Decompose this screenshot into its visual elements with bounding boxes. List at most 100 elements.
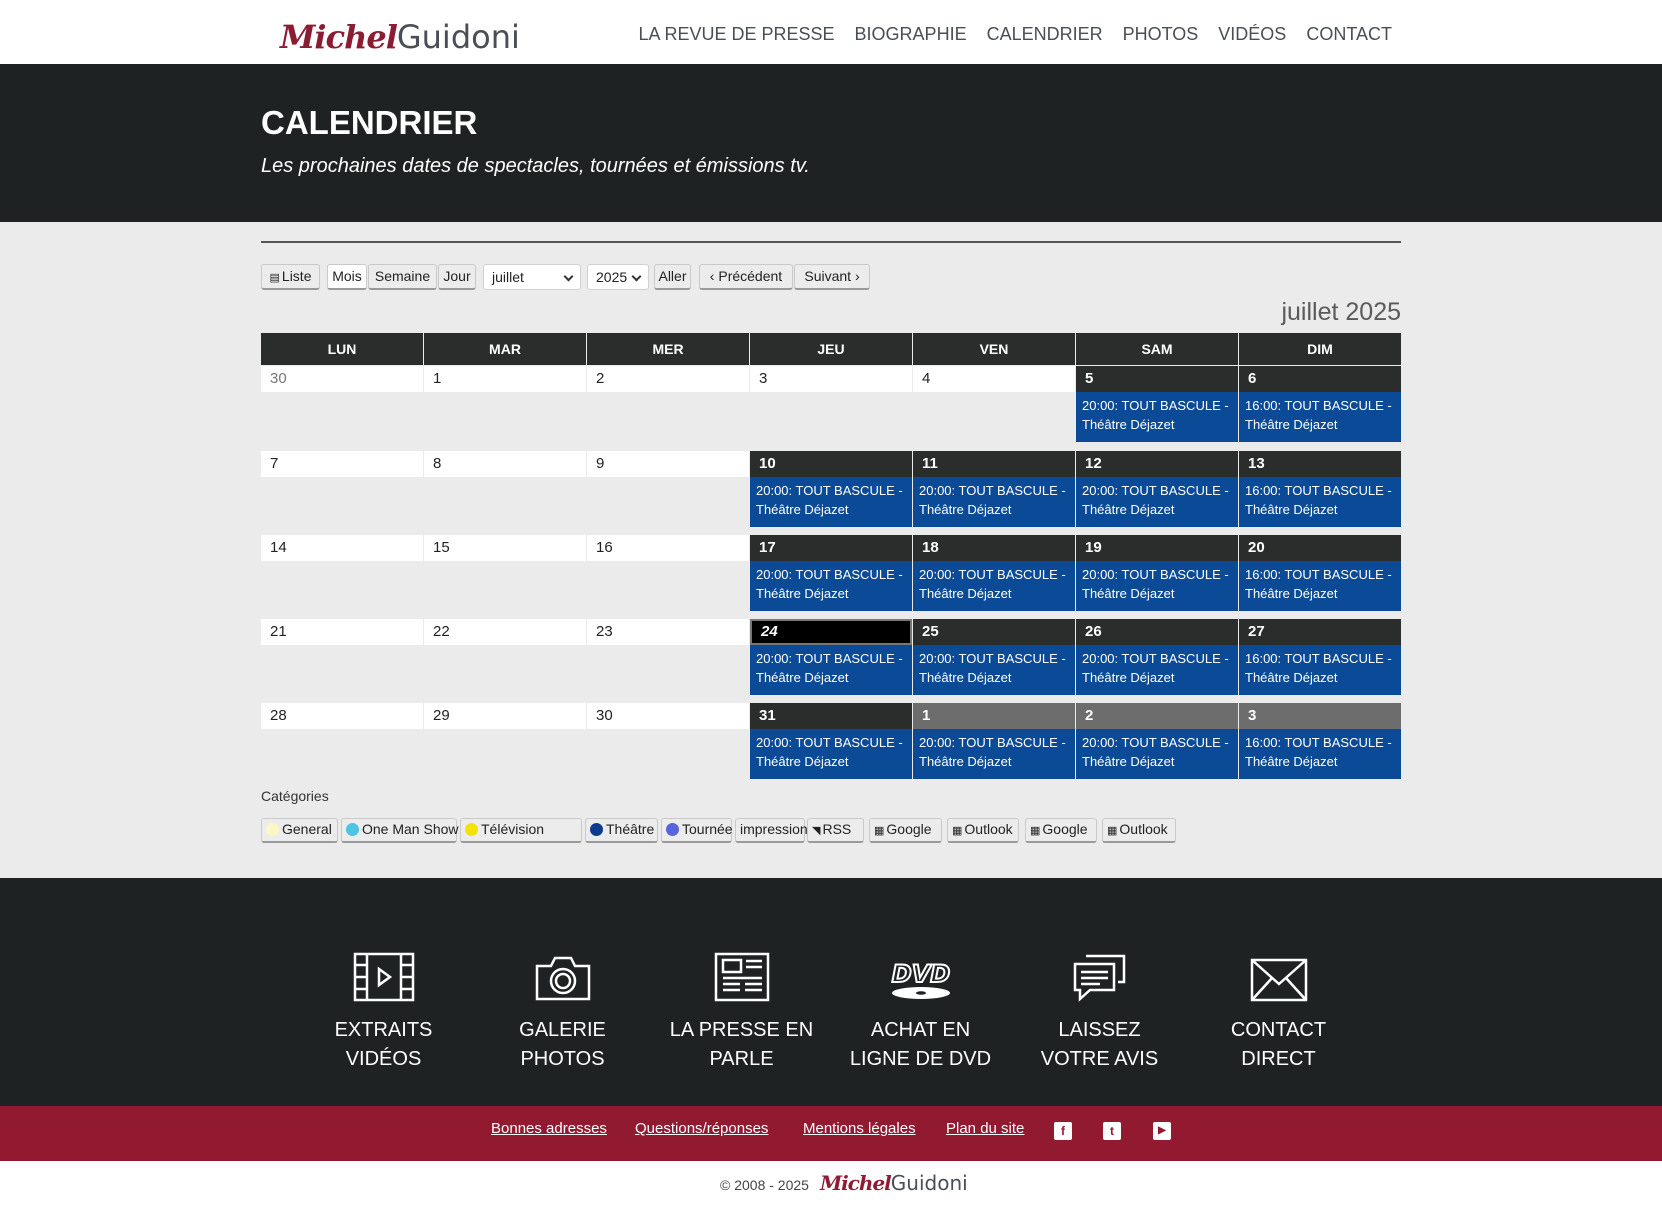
calendar-event[interactable]: 20:00: TOUT BASCULE - Théâtre Déjazet — [913, 729, 1075, 779]
calendar-day[interactable]: 8 — [424, 451, 586, 477]
link-bonnes-adresses[interactable]: Bonnes adresses — [491, 1120, 607, 1137]
facebook-icon[interactable]: f — [1054, 1122, 1072, 1140]
calendar-day[interactable]: 16 — [587, 535, 749, 561]
calendar-day[interactable]: 23 — [587, 619, 749, 645]
calendar-day[interactable]: 31 20:00: TOUT BASCULE - Théâtre Déjazet — [750, 703, 912, 779]
month-select[interactable]: juillet — [483, 264, 581, 290]
nav-contact[interactable]: CONTACT — [1306, 20, 1392, 48]
calendar-day[interactable]: 2 20:00: TOUT BASCULE - Théâtre Déjazet — [1076, 703, 1238, 779]
page-title: CALENDRIER — [261, 104, 478, 141]
footer-link-videos[interactable]: EXTRAITS VIDÉOS — [294, 940, 473, 1074]
link-plan-du-site[interactable]: Plan du site — [946, 1120, 1024, 1137]
nav-photos[interactable]: PHOTOS — [1123, 20, 1199, 48]
calendar-day[interactable]: 22 — [424, 619, 586, 645]
category-chip[interactable]: ▦ Outlook — [1102, 818, 1176, 843]
twitter-icon[interactable]: t — [1103, 1122, 1121, 1140]
calendar-day[interactable]: 30 — [261, 366, 423, 392]
calendar-event[interactable]: 20:00: TOUT BASCULE - Théâtre Déjazet — [913, 477, 1075, 527]
calendar-event[interactable]: 16:00: TOUT BASCULE - Théâtre Déjazet — [1239, 729, 1401, 779]
calendar-day[interactable]: 26 20:00: TOUT BASCULE - Théâtre Déjazet — [1076, 619, 1238, 695]
category-chip[interactable]: General — [261, 818, 338, 843]
calendar-day[interactable]: 29 — [424, 703, 586, 729]
go-button[interactable]: Aller — [654, 264, 691, 290]
calendar-day[interactable]: 27 16:00: TOUT BASCULE - Théâtre Déjazet — [1239, 619, 1401, 695]
calendar-day[interactable]: 18 20:00: TOUT BASCULE - Théâtre Déjazet — [913, 535, 1075, 611]
calendar-day[interactable]: 7 — [261, 451, 423, 477]
previous-button[interactable]: ‹ Précédent — [699, 264, 793, 290]
calendar-event[interactable]: 20:00: TOUT BASCULE - Théâtre Déjazet — [913, 561, 1075, 611]
calendar-day[interactable]: 20 16:00: TOUT BASCULE - Théâtre Déjazet — [1239, 535, 1401, 611]
calendar-day[interactable]: 10 20:00: TOUT BASCULE - Théâtre Déjazet — [750, 451, 912, 527]
calendar-event[interactable]: 16:00: TOUT BASCULE - Théâtre Déjazet — [1239, 645, 1401, 695]
calendar-event[interactable]: 20:00: TOUT BASCULE - Théâtre Déjazet — [750, 645, 912, 695]
link-questions-reponses[interactable]: Questions/réponses — [635, 1120, 768, 1137]
calendar-event[interactable]: 20:00: TOUT BASCULE - Théâtre Déjazet — [750, 729, 912, 779]
calendar-day[interactable]: 28 — [261, 703, 423, 729]
calendar-day[interactable]: 11 20:00: TOUT BASCULE - Théâtre Déjazet — [913, 451, 1075, 527]
calendar-day[interactable]: 21 — [261, 619, 423, 645]
nav-biographie[interactable]: BIOGRAPHIE — [855, 20, 967, 48]
category-chip[interactable]: impression — [735, 818, 808, 843]
category-chip[interactable]: ▦ Google — [1025, 818, 1097, 843]
calendar-day[interactable]: 3 — [750, 366, 912, 392]
calendar-day[interactable]: 6 16:00: TOUT BASCULE - Théâtre Déjazet — [1239, 366, 1401, 442]
calendar-event[interactable]: 16:00: TOUT BASCULE - Théâtre Déjazet — [1239, 392, 1401, 442]
calendar-day[interactable]: 3 16:00: TOUT BASCULE - Théâtre Déjazet — [1239, 703, 1401, 779]
footer-link-label: LAISSEZ — [1058, 1019, 1141, 1041]
calendar-day[interactable]: 2 — [587, 366, 749, 392]
calendar-day[interactable]: 9 — [587, 451, 749, 477]
calendar-event[interactable]: 20:00: TOUT BASCULE - Théâtre Déjazet — [750, 477, 912, 527]
calendar-event[interactable]: 20:00: TOUT BASCULE - Théâtre Déjazet — [1076, 729, 1238, 779]
view-month-button[interactable]: Mois — [327, 264, 367, 290]
link-mentions-legales[interactable]: Mentions légales — [803, 1120, 916, 1137]
calendar-event[interactable]: 20:00: TOUT BASCULE - Théâtre Déjazet — [750, 561, 912, 611]
calendar-event[interactable]: 16:00: TOUT BASCULE - Théâtre Déjazet — [1239, 477, 1401, 527]
calendar-event[interactable]: 16:00: TOUT BASCULE - Théâtre Déjazet — [1239, 561, 1401, 611]
youtube-icon[interactable]: ▶ — [1153, 1122, 1171, 1140]
calendar-day[interactable]: 1 — [424, 366, 586, 392]
view-day-button[interactable]: Jour — [438, 264, 476, 290]
calendar-day[interactable]: 4 — [913, 366, 1075, 392]
calendar-day[interactable]: 25 20:00: TOUT BASCULE - Théâtre Déjazet — [913, 619, 1075, 695]
category-chip[interactable]: ▦ Google — [869, 818, 942, 843]
footer-link-press[interactable]: LA PRESSE EN PARLE — [652, 940, 831, 1074]
calendar-day[interactable]: 17 20:00: TOUT BASCULE - Théâtre Déjazet — [750, 535, 912, 611]
view-week-button[interactable]: Semaine — [368, 264, 437, 290]
calendar-event[interactable]: 20:00: TOUT BASCULE - Théâtre Déjazet — [1076, 392, 1238, 442]
calendar-event[interactable]: 20:00: TOUT BASCULE - Théâtre Déjazet — [1076, 561, 1238, 611]
category-chip[interactable]: Tournée — [661, 818, 733, 843]
footer-link-reviews[interactable]: LAISSEZ VOTRE AVIS — [1010, 940, 1189, 1074]
calendar-day[interactable]: 1 20:00: TOUT BASCULE - Théâtre Déjazet — [913, 703, 1075, 779]
category-chip[interactable]: Théâtre — [585, 818, 658, 843]
footer-link-dvd[interactable]: DVD ACHAT EN LIGNE DE DVD — [831, 940, 1010, 1074]
category-chip[interactable]: ▦ Outlook — [947, 818, 1019, 843]
category-chip[interactable]: ◥ RSS — [807, 818, 864, 843]
nav-revue-de-presse[interactable]: LA REVUE DE PRESSE — [638, 20, 834, 48]
weekday-header: SAM — [1076, 333, 1238, 365]
category-chip[interactable]: Télévision — [460, 818, 582, 843]
year-select-value: 2025 — [596, 269, 628, 285]
calendar-day-today[interactable]: 24 20:00: TOUT BASCULE - Théâtre Déjazet — [750, 619, 912, 695]
year-select[interactable]: 2025 — [587, 264, 649, 290]
calendar-event[interactable]: 20:00: TOUT BASCULE - Théâtre Déjazet — [1076, 477, 1238, 527]
nav-calendrier[interactable]: CALENDRIER — [987, 20, 1103, 48]
next-button[interactable]: Suivant › — [794, 264, 870, 290]
footer-panel: EXTRAITS VIDÉOS GALERIE PHOTOS LA PRESSE E… — [0, 878, 1662, 1106]
site-logo[interactable]: MichelGuidoni — [280, 18, 520, 56]
calendar-day[interactable]: 30 — [587, 703, 749, 729]
footer-link-photos[interactable]: GALERIE PHOTOS — [473, 940, 652, 1074]
category-chip[interactable]: One Man Show — [341, 818, 459, 843]
calendar-day[interactable]: 19 20:00: TOUT BASCULE - Théâtre Déjazet — [1076, 535, 1238, 611]
calendar-day[interactable]: 12 20:00: TOUT BASCULE - Théâtre Déjazet — [1076, 451, 1238, 527]
calendar-event[interactable]: 20:00: TOUT BASCULE - Théâtre Déjazet — [1076, 645, 1238, 695]
view-list-button[interactable]: ▤ Liste — [261, 264, 320, 290]
calendar-day[interactable]: 14 — [261, 535, 423, 561]
calendar-day[interactable]: 5 20:00: TOUT BASCULE - Théâtre Déjazet — [1076, 366, 1238, 442]
calendar-day[interactable]: 15 — [424, 535, 586, 561]
footer-link-contact[interactable]: CONTACT DIRECT — [1189, 940, 1368, 1074]
category-color-dot — [590, 823, 603, 836]
calendar-day[interactable]: 13 16:00: TOUT BASCULE - Théâtre Déjazet — [1239, 451, 1401, 527]
day-number: 16 — [587, 535, 749, 561]
nav-videos[interactable]: VIDÉOS — [1218, 20, 1286, 48]
calendar-event[interactable]: 20:00: TOUT BASCULE - Théâtre Déjazet — [913, 645, 1075, 695]
